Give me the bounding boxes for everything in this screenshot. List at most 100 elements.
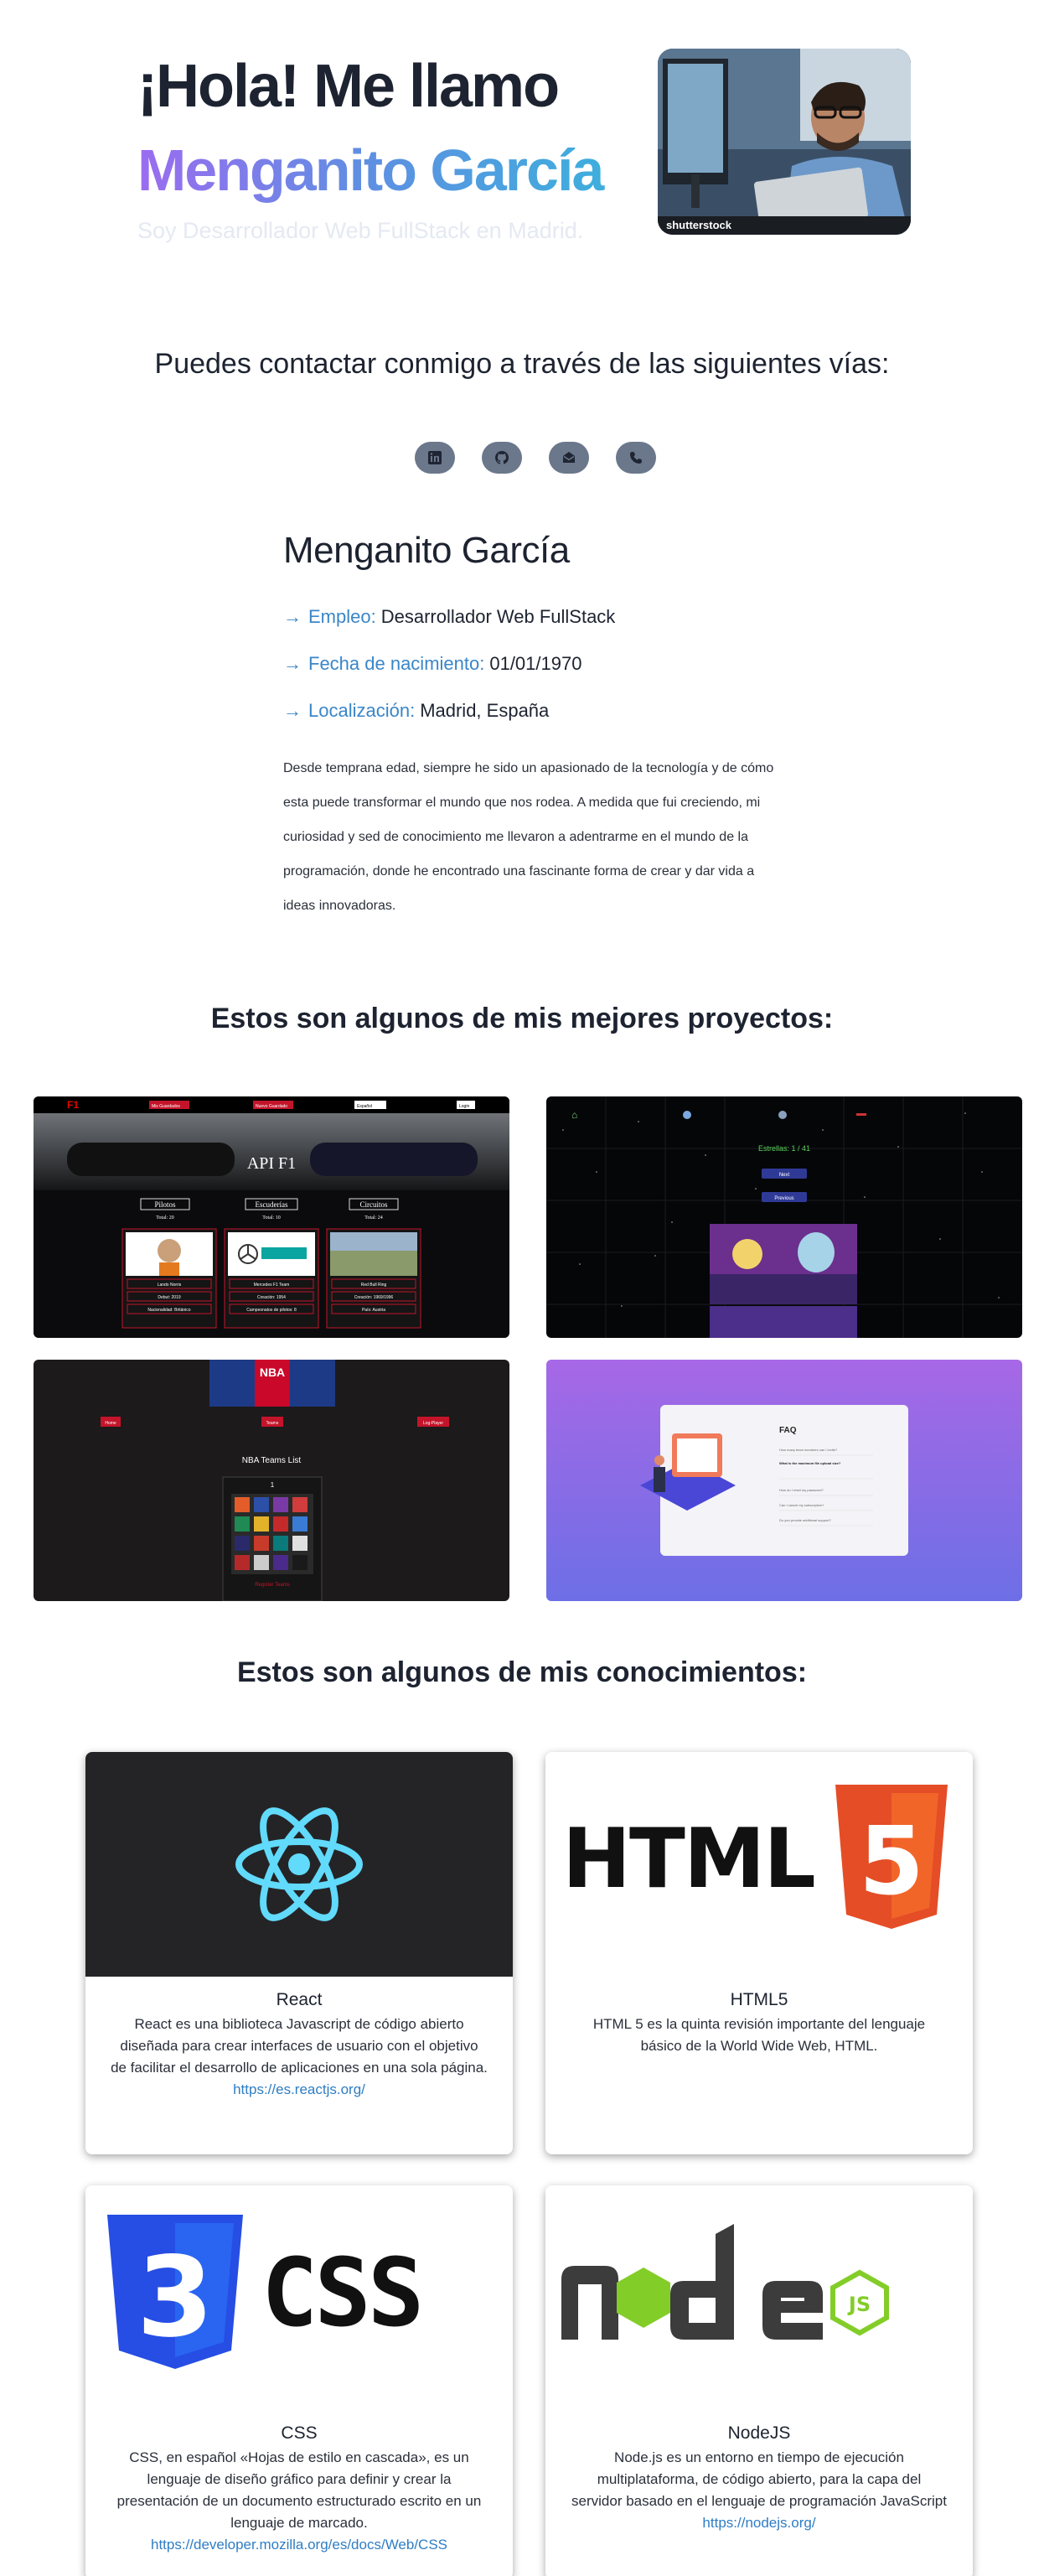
- arrow-right-icon: →: [283, 700, 302, 721]
- fact-value: Madrid, España: [420, 700, 550, 721]
- home-icon: ⌂: [571, 1109, 577, 1121]
- fact-label: Localización:: [308, 700, 416, 721]
- skill-title: HTML5: [730, 1990, 788, 2009]
- project-nba-thumbnail[interactable]: NBA Home Teams Log-Player NBA Teams List…: [34, 1360, 509, 1601]
- f1-card-row: Red Bull Ring: [361, 1283, 387, 1288]
- phone-icon: [630, 452, 642, 464]
- project-f1-thumbnail[interactable]: F1 Mis Guardados Nuevo Guardado Español …: [34, 1096, 509, 1338]
- project-faq-thumbnail[interactable]: FAQ How many team members can I invite? …: [546, 1360, 1022, 1601]
- skill-title: CSS: [281, 2423, 318, 2443]
- faq-item: What is the maximum file upload size?: [779, 1461, 841, 1465]
- hero-subtitle: Soy Desarrollador Web FullStack en Madri…: [137, 218, 584, 243]
- f1-card-row: Campeonatos de pilotos: 8: [246, 1308, 297, 1313]
- f1-login-button: Login: [459, 1104, 469, 1109]
- skill-link[interactable]: https://nodejs.org/: [571, 2512, 948, 2534]
- f1-card-row: Creación: 1969/1996: [354, 1295, 394, 1300]
- f1-logo: F1: [67, 1099, 79, 1111]
- fact-label: Fecha de nacimiento:: [308, 653, 485, 674]
- nba-register-link: Register Teams: [255, 1583, 290, 1588]
- phone-button[interactable]: [616, 442, 656, 474]
- profile-facts: → Empleo: Desarrollador Web FullStack → …: [283, 593, 786, 734]
- fact-value: Desarrollador Web FullStack: [380, 606, 616, 627]
- profile-name: Menganito García: [283, 530, 570, 571]
- f1-card-row: Nacionalidad: Británico: [147, 1308, 190, 1313]
- css3-icon: 3 CSS: [107, 2215, 424, 2369]
- email-button[interactable]: [549, 442, 589, 474]
- skill-title: NodeJS: [727, 2423, 791, 2443]
- arrow-right-icon: →: [283, 653, 302, 674]
- nba-page-number: 1: [271, 1481, 275, 1489]
- f1-tab: Circuitos: [360, 1200, 388, 1209]
- hero-text: ¡Hola! Me llamo Menganito García Soy Des…: [137, 49, 640, 244]
- f1-card-row: Mercedes F1 Team: [254, 1283, 290, 1288]
- fact-value: 01/01/1970: [489, 653, 582, 674]
- f1-new-button: Nuevo Guardado: [256, 1104, 287, 1109]
- react-icon: [235, 1807, 363, 1921]
- f1-card-row: Creación: 1954: [257, 1295, 286, 1300]
- css-wordmark: CSS: [261, 2239, 421, 2348]
- f1-total: Total: 24: [364, 1215, 382, 1221]
- fact-birthdate: → Fecha de nacimiento: 01/01/1970: [283, 640, 786, 687]
- skill-card-css: 3 CSS CSS CSS, en español «Hojas de esti…: [85, 2185, 513, 2576]
- hero-name: Menganito García: [137, 124, 640, 216]
- skill-description: CSS, en español «Hojas de estilo en casc…: [116, 2449, 482, 2531]
- github-icon: [495, 451, 509, 464]
- html5-number: 5: [859, 1807, 924, 1916]
- faq-item: How many team members can I invite?: [779, 1448, 838, 1452]
- skill-description: React es una biblioteca Javascript de có…: [111, 2016, 488, 2076]
- github-button[interactable]: [482, 442, 522, 474]
- skill-card-nodejs: JS NodeJS Node.js es un entorno en tiemp…: [545, 2185, 973, 2576]
- profile-bio: Desde temprana edad, siempre he sido un …: [283, 761, 774, 913]
- skill-link[interactable]: https://es.reactjs.org/: [111, 2079, 488, 2101]
- skill-card-react: React React es una biblioteca Javascript…: [85, 1752, 513, 2154]
- faq-item: How do I reset my password?: [779, 1488, 824, 1492]
- profile-photo: shutterstock: [658, 49, 911, 235]
- html5-icon: HTML 5: [562, 1785, 948, 1929]
- skill-description: HTML 5 es la quinta revisión importante …: [592, 2016, 926, 2054]
- nba-log-player-button: Log-Player: [423, 1421, 444, 1426]
- node-js-badge: JS: [847, 2293, 871, 2316]
- hero-greeting: ¡Hola! Me llamo: [137, 53, 560, 120]
- skill-title: React: [276, 1990, 323, 2009]
- nba-list-title: NBA Teams List: [242, 1456, 302, 1465]
- css3-number: 3: [137, 2233, 214, 2362]
- skill-card-html5: HTML 5 HTML5 HTML 5 es la quinta revisió…: [545, 1752, 973, 2154]
- react-logo: [85, 1752, 513, 1977]
- social-links: [415, 442, 656, 474]
- html5-logo: HTML 5: [545, 1752, 973, 1977]
- f1-card-row: Debut: 2019: [158, 1295, 180, 1300]
- photo-watermark: shutterstock: [666, 219, 732, 231]
- faq-item: Can I cancel my subscription?: [779, 1503, 824, 1507]
- f1-card-row: País: Austria: [362, 1308, 385, 1313]
- profile-section: Menganito García → Empleo: Desarrollador…: [283, 530, 786, 923]
- rick-counter: Estrellas: 1 / 41: [758, 1144, 810, 1153]
- linkedin-icon: [428, 451, 442, 464]
- nba-teams-button: Teams: [266, 1421, 279, 1426]
- project-rick-morty-thumbnail[interactable]: ⌂ Estrellas: 1 / 41 Next Previous: [546, 1096, 1022, 1338]
- html-wordmark: HTML: [562, 1811, 814, 1907]
- rick-previous-button: Previous: [774, 1196, 793, 1201]
- faq-title: FAQ: [779, 1426, 797, 1435]
- skills-heading: Estos son algunos de mis conocimientos:: [236, 1656, 808, 1688]
- f1-total: Total: 10: [262, 1215, 280, 1221]
- fact-location: → Localización: Madrid, España: [283, 687, 786, 734]
- nodejs-icon: JS: [561, 2224, 889, 2340]
- skill-link[interactable]: https://developer.mozilla.org/es/docs/We…: [111, 2534, 488, 2556]
- f1-tab: Pilotos: [154, 1200, 176, 1209]
- rick-next-button: Next: [779, 1173, 790, 1178]
- faq-item: Do you provide additional support?: [779, 1518, 832, 1522]
- nodejs-logo: JS: [545, 2185, 973, 2410]
- nba-logo: NBA: [260, 1366, 285, 1379]
- f1-card-row: Lando Norris: [158, 1283, 182, 1288]
- projects-heading: Estos son algunos de mis mejores proyect…: [210, 1003, 834, 1034]
- f1-saved-button: Mis Guardados: [152, 1104, 180, 1109]
- f1-language-select: Español: [357, 1104, 372, 1109]
- f1-title: API F1: [247, 1154, 296, 1173]
- contact-heading: Puedes contactar conmigo a través de las…: [154, 348, 890, 380]
- fact-label: Empleo:: [308, 606, 376, 627]
- nba-home-button: Home: [105, 1421, 116, 1426]
- skill-description: Node.js es un entorno en tiempo de ejecu…: [571, 2449, 947, 2509]
- linkedin-button[interactable]: [415, 442, 455, 474]
- css3-logo: 3 CSS: [85, 2185, 513, 2410]
- email-icon: [563, 452, 575, 463]
